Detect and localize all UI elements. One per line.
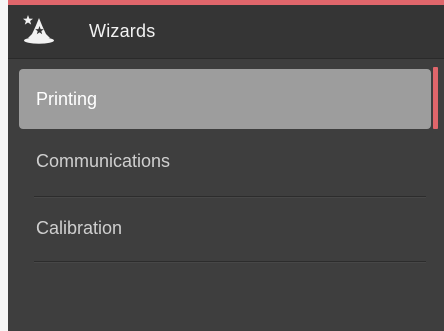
menu-item-calibration[interactable]: Calibration: [19, 198, 431, 258]
wizards-screen: Wizards Printing Communications Calibrat…: [8, 0, 444, 331]
selection-indicator: [433, 67, 438, 129]
menu-item-label: Calibration: [36, 217, 123, 238]
wizard-hat-icon: [22, 14, 56, 48]
menu-item-printing[interactable]: Printing: [19, 69, 431, 129]
divider: [34, 261, 426, 263]
header-bar: Wizards: [8, 5, 444, 59]
page-title: Wizards: [89, 21, 156, 41]
menu-item-label: Printing: [36, 88, 98, 109]
menu-item-label: Communications: [36, 150, 171, 171]
menu-item-communications[interactable]: Communications: [19, 131, 431, 191]
